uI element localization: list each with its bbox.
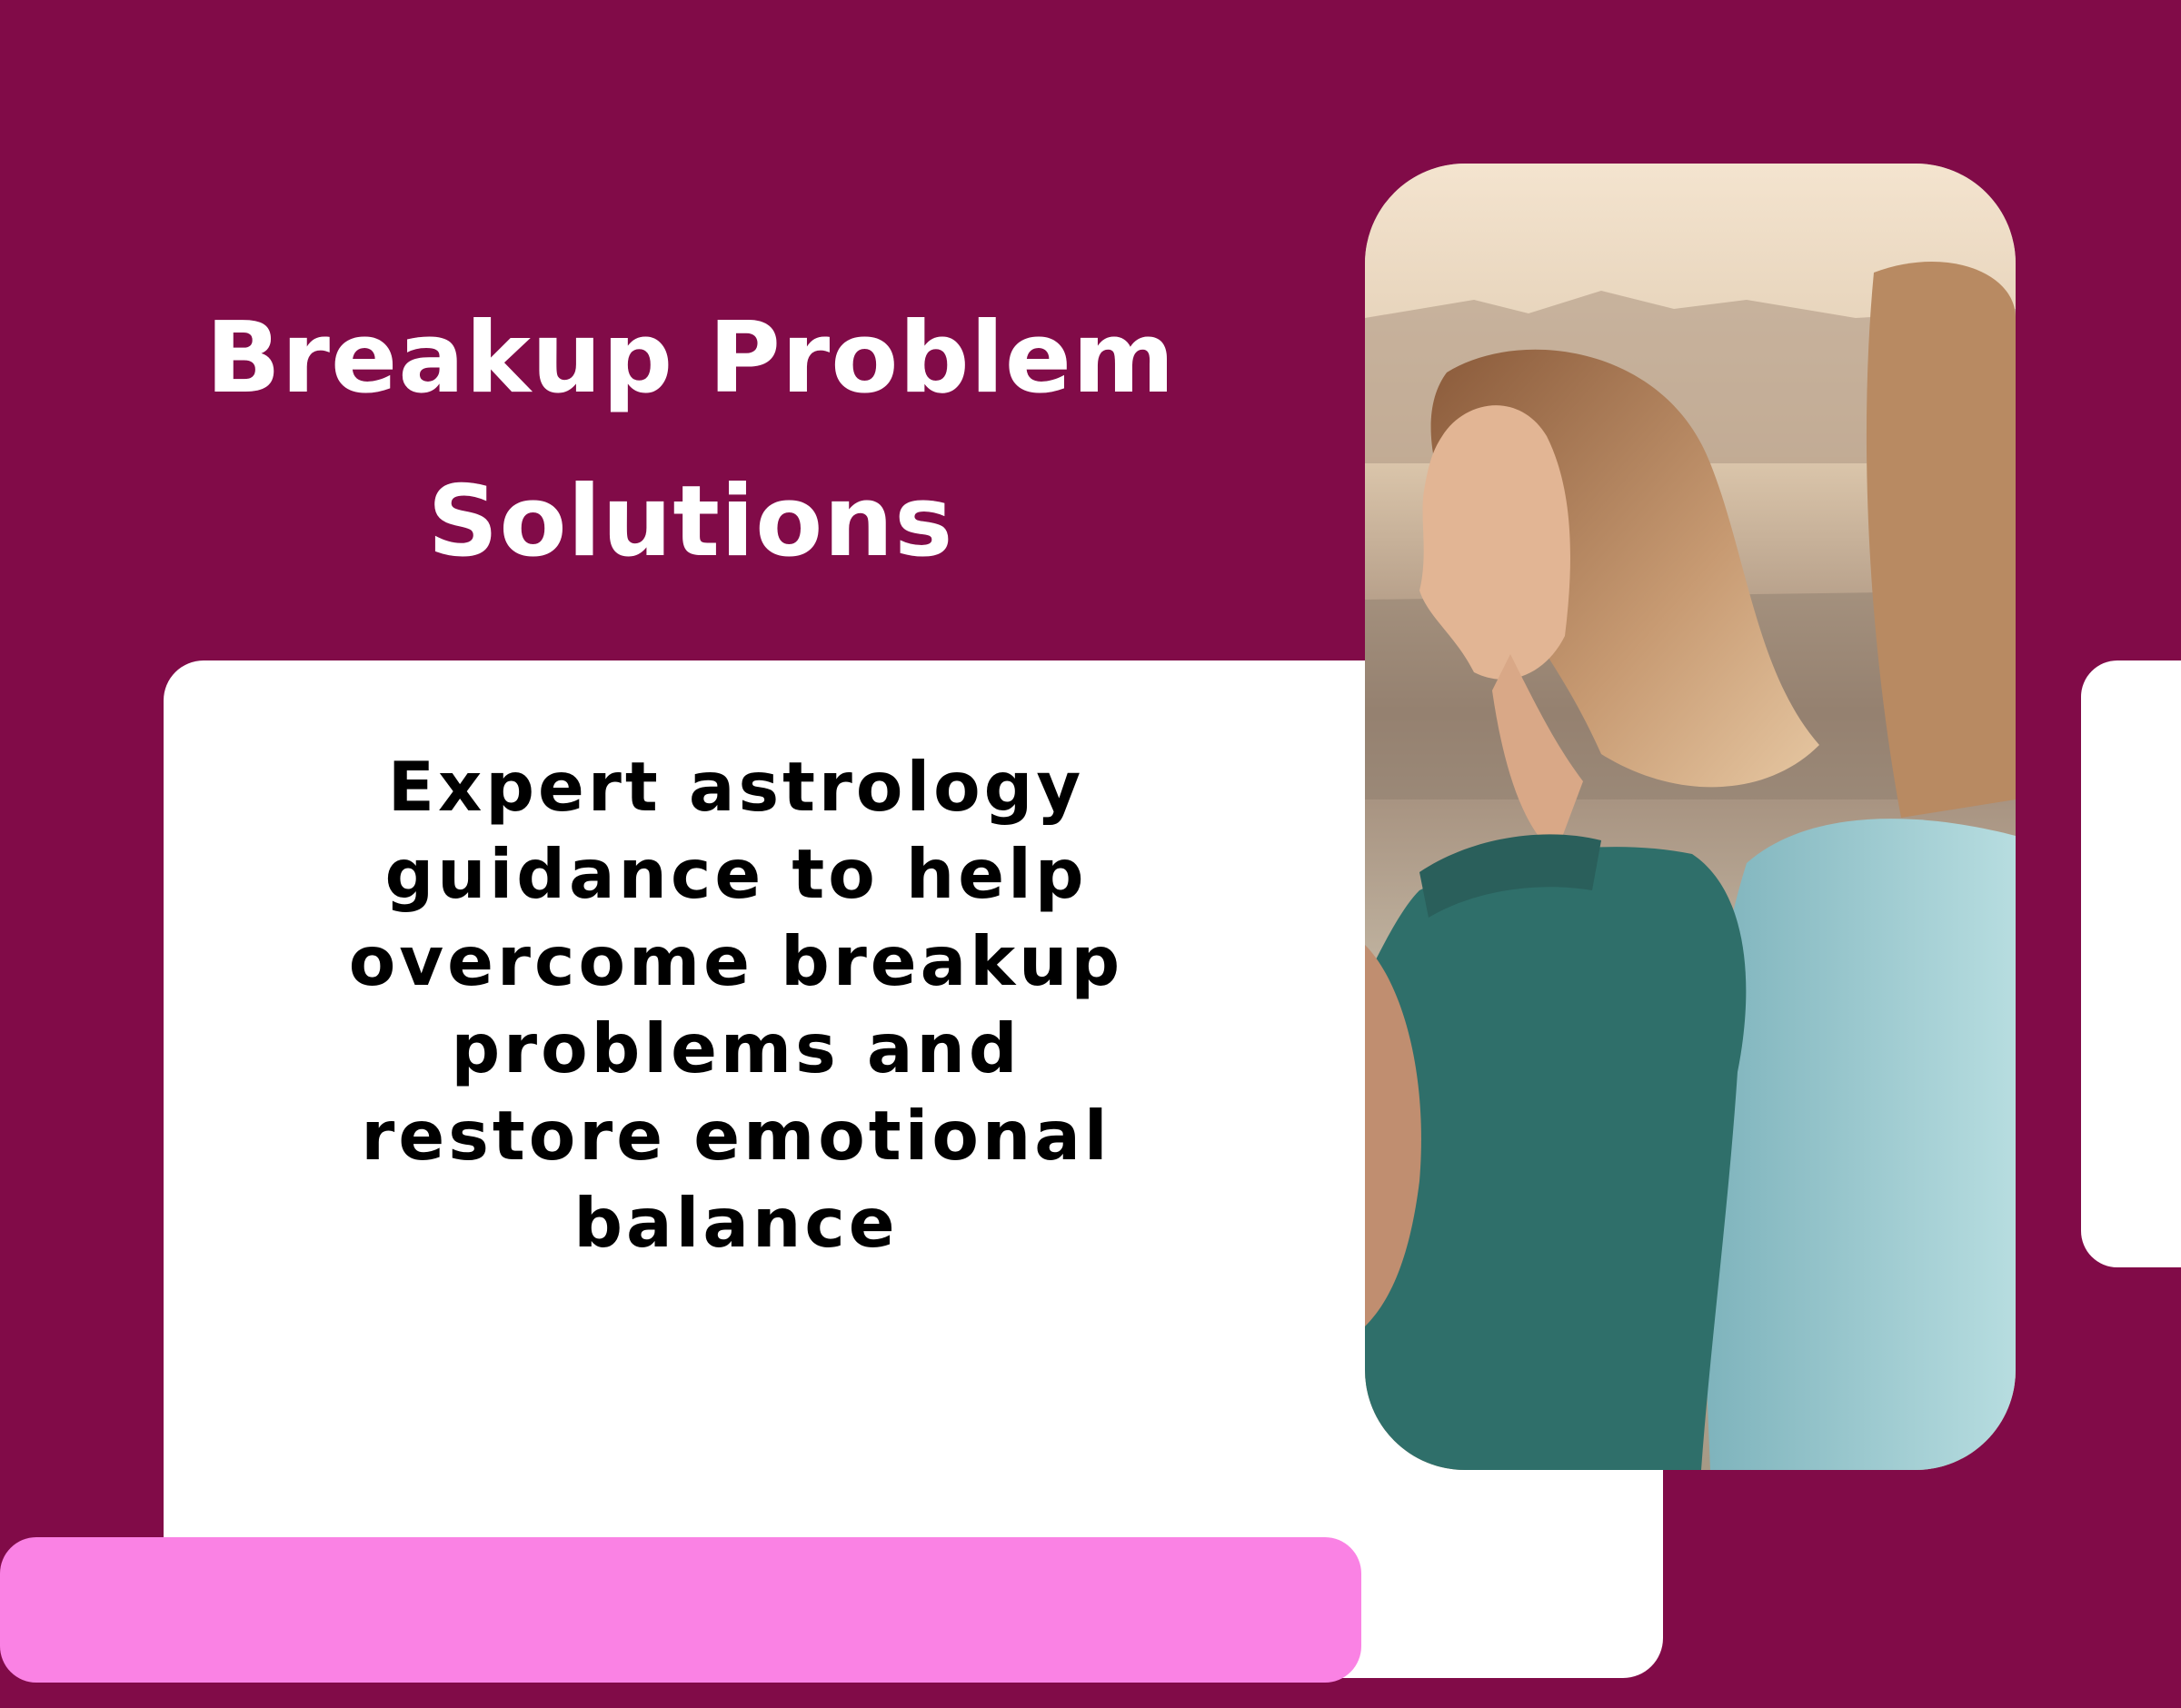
description-line-3: overcome breakup: [348, 921, 1124, 1001]
description-text: Expert astrology guidance to help overco…: [200, 743, 1272, 1266]
accent-bar: [0, 1537, 1361, 1683]
couple-photo-illustration: [1365, 164, 2016, 1470]
page-title: Breakup Problem Solutions: [136, 277, 1245, 604]
description-line-4: problems and: [451, 1008, 1021, 1088]
description-line-6: balance: [573, 1183, 899, 1263]
title-line-2: Solutions: [427, 465, 954, 579]
title-line-1: Breakup Problem: [205, 302, 1176, 415]
description-line-2: guidance to help: [384, 834, 1088, 914]
description-line-1: Expert astrology: [387, 747, 1085, 827]
side-card: [2081, 660, 2181, 1267]
description-line-5: restore emotional: [361, 1096, 1111, 1176]
couple-photo: [1365, 164, 2016, 1470]
